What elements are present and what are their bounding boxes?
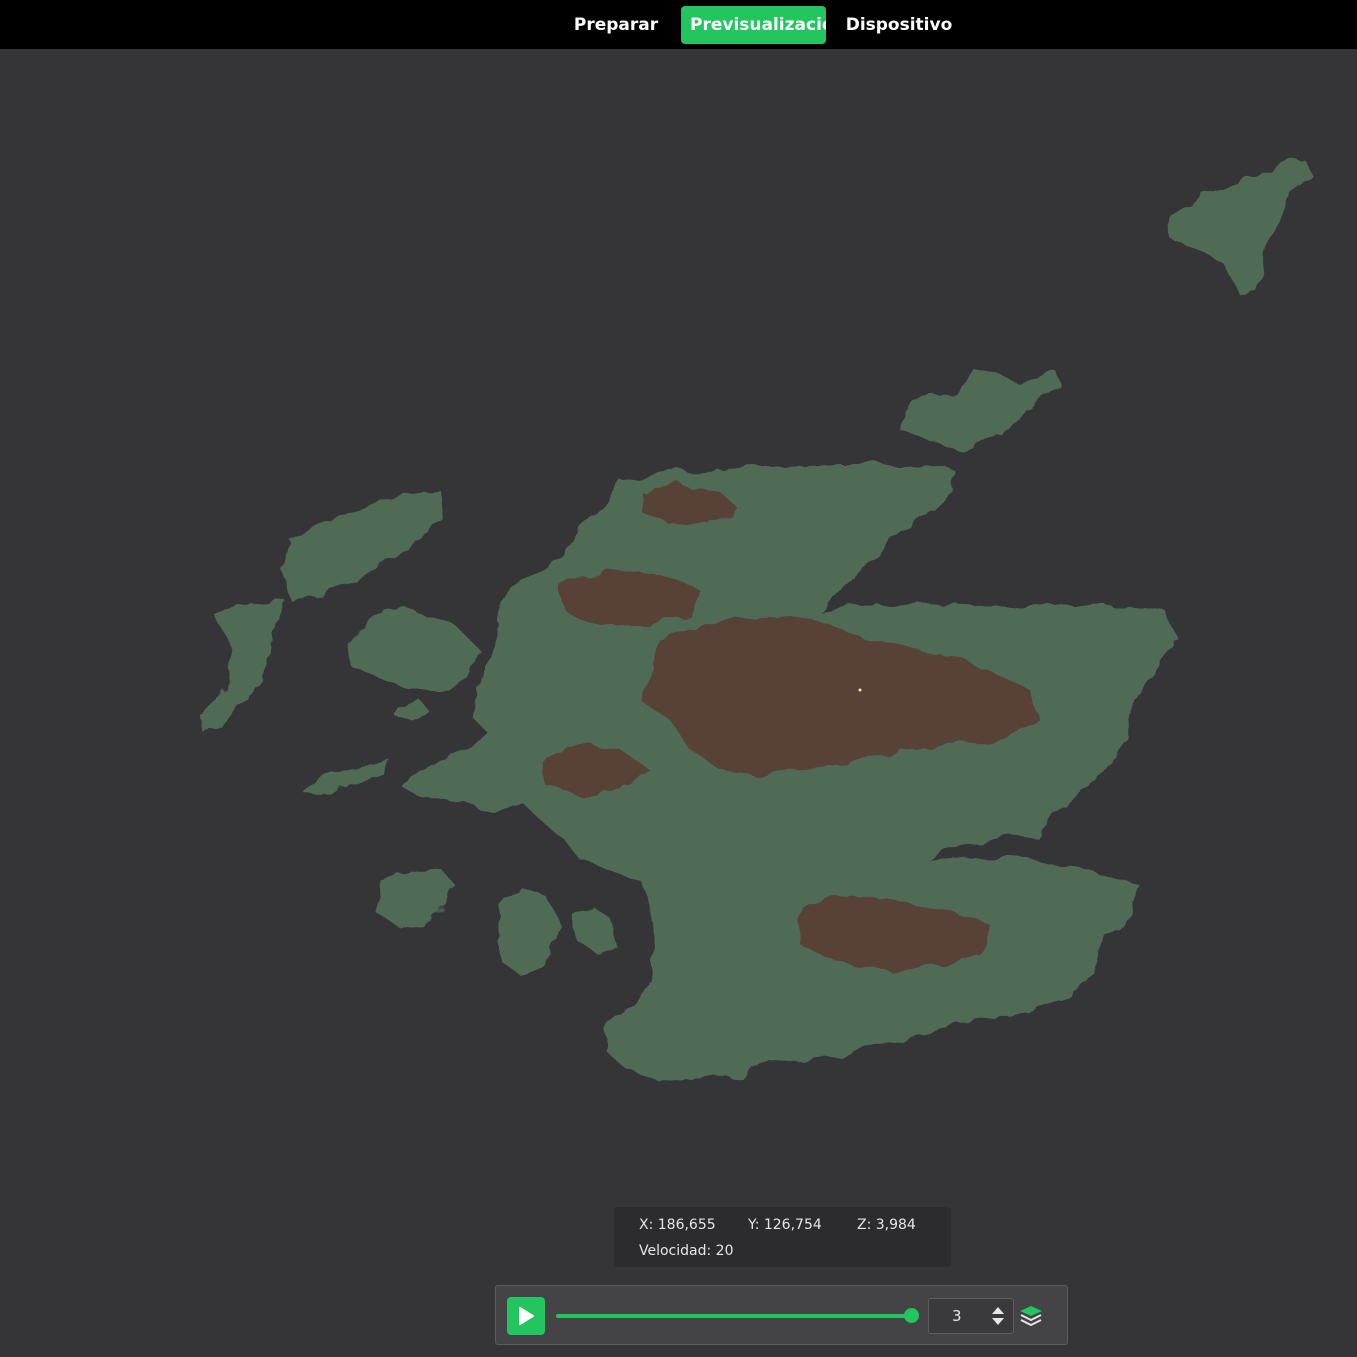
island-islay (500, 890, 560, 975)
island-small-2 (395, 700, 430, 720)
coord-z: Z: 3,984 (857, 1217, 916, 1233)
playback-controls: 3 (495, 1285, 1068, 1345)
layers-icon[interactable] (1018, 1304, 1044, 1328)
island-uists (200, 600, 285, 735)
island-lewis (282, 490, 443, 600)
top-nav-bar: Preparar Previsualización Dispositivo (0, 0, 1357, 49)
coord-y: Y: 126,754 (748, 1217, 822, 1233)
mainland (405, 465, 1175, 1082)
tab-previsualizacion[interactable]: Previsualización (681, 6, 826, 44)
progress-slider-track[interactable] (556, 1314, 912, 1318)
island-orkney (900, 370, 1060, 450)
island-shetland (1165, 160, 1312, 295)
preview-viewport[interactable] (0, 49, 1357, 1357)
progress-slider-thumb[interactable] (904, 1308, 919, 1323)
location-marker (858, 688, 862, 692)
stepper-down-icon (992, 1318, 1004, 1325)
tab-preparar[interactable]: Preparar (566, 6, 666, 44)
island-mull (378, 868, 455, 928)
speed-readout: Velocidad: 20 (639, 1243, 734, 1259)
coord-x: X: 186,655 (639, 1217, 716, 1233)
layer-stepper[interactable] (990, 1303, 1006, 1329)
coordinates-panel: X: 186,655 Y: 126,754 Z: 3,984 Velocidad… (614, 1207, 951, 1267)
terrain-model[interactable] (0, 49, 1357, 1357)
island-skye (345, 610, 480, 690)
tab-dispositivo[interactable]: Dispositivo (842, 6, 956, 44)
play-button[interactable] (507, 1297, 545, 1335)
island-arran (572, 908, 615, 955)
stepper-up-icon (992, 1307, 1004, 1314)
island-small (300, 760, 390, 795)
play-icon (519, 1307, 534, 1325)
